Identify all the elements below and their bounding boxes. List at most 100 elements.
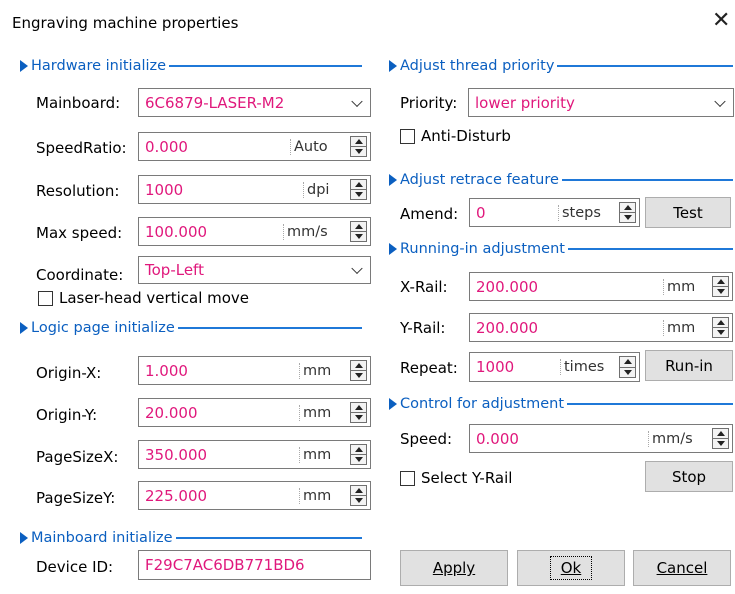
mainboard-label: Mainboard: [36,94,121,112]
yrail-spinner[interactable] [712,317,729,338]
mainboard-select[interactable]: 6C6879-LASER-M2 [138,88,371,117]
section-running-in-adjustment: Running-in adjustment [389,239,733,259]
yrail-label: Y-Rail: [400,319,446,337]
chevron-down-icon [351,95,363,107]
ok-button[interactable]: Ok [517,550,625,586]
maxspeed-spinner[interactable] [350,221,367,242]
spin-down-button[interactable] [351,370,366,380]
spin-up-button[interactable] [620,357,635,367]
arrow-up-icon [623,205,632,210]
originy-input[interactable]: 20.000 mm [138,398,371,427]
repeat-unit: times [560,359,604,375]
chevron-down-icon [714,95,726,107]
pagesizex-input[interactable]: 350.000 mm [138,440,371,469]
pagesizey-spinner[interactable] [350,485,367,506]
section-arrow-icon [389,243,397,255]
section-divider [557,65,733,67]
spin-down-button[interactable] [351,412,366,422]
arrow-up-icon [623,359,632,365]
cancel-button[interactable]: Cancel [633,550,731,586]
pagesizey-label: PageSizeY: [36,489,116,507]
anti-disturb-label: Anti-Disturb [421,127,511,145]
section-arrow-icon [20,532,28,544]
resolution-input[interactable]: 1000 dpi [138,175,371,204]
spin-up-button[interactable] [351,222,366,231]
section-control-for-adjustment: Control for adjustment [389,394,733,414]
test-button[interactable]: Test [645,197,731,228]
speed-input[interactable]: 0.000 mm/s [469,424,733,453]
checkbox-box[interactable] [38,290,53,306]
spin-up-button[interactable] [351,361,366,370]
pagesizey-input[interactable]: 225.000 mm [138,481,371,510]
spin-up-button[interactable] [351,180,366,189]
cancel-button-label: Cancel [656,559,708,577]
spin-down-button[interactable] [351,454,366,464]
arrow-up-icon [354,363,363,368]
xrail-input[interactable]: 200.000 mm [469,272,733,301]
spin-down-button[interactable] [713,327,728,337]
anti-disturb-checkbox[interactable]: Anti-Disturb [400,127,511,145]
checkbox-box[interactable] [400,470,415,486]
checkbox-box[interactable] [400,128,415,144]
section-adjust-thread-priority: Adjust thread priority [389,56,733,76]
maxspeed-label: Max speed: [36,224,123,242]
amend-unit: steps [558,204,601,221]
deviceid-input[interactable]: F29C7AC6DB771BD6 [138,550,371,580]
resolution-spinner[interactable] [350,179,367,200]
coordinate-select[interactable]: Top-Left [138,256,371,284]
originy-spinner[interactable] [350,402,367,423]
spin-down-button[interactable] [713,286,728,296]
spin-down-button[interactable] [351,146,366,156]
pagesizex-spinner[interactable] [350,444,367,465]
xrail-spinner[interactable] [712,276,729,297]
apply-button[interactable]: Apply [400,550,508,586]
amend-input[interactable]: 0 steps [469,198,640,227]
repeat-input[interactable]: 1000 times [469,352,640,382]
section-divider [177,327,362,329]
amend-spinner[interactable] [619,202,636,223]
spin-up-button[interactable] [713,318,728,327]
spin-down-button[interactable] [713,438,728,448]
ok-focus-ring: Ok [549,556,593,580]
priority-select[interactable]: lower priority [468,88,734,117]
spin-up-button[interactable] [351,137,366,146]
spin-up-button[interactable] [713,277,728,286]
spin-up-button[interactable] [713,429,728,438]
resolution-label: Resolution: [36,182,120,200]
originy-value: 20.000 [145,403,198,422]
arrow-down-icon [623,215,632,220]
spin-up-button[interactable] [351,486,366,495]
spin-up-button[interactable] [351,445,366,454]
laserhead-vertical-checkbox[interactable]: Laser-head vertical move [38,289,249,307]
stop-button[interactable]: Stop [645,461,733,492]
select-yrail-checkbox[interactable]: Select Y-Rail [400,469,512,487]
originy-unit: mm [299,404,331,421]
close-icon[interactable]: ✕ [712,8,730,33]
arrow-down-icon [716,330,725,335]
repeat-label: Repeat: [400,359,458,377]
yrail-value: 200.000 [476,318,539,337]
spin-down-button[interactable] [351,189,366,199]
spin-down-button[interactable] [620,366,635,378]
speedratio-input[interactable]: 0.000 Auto [138,132,371,161]
speed-spinner[interactable] [712,428,729,449]
yrail-input[interactable]: 200.000 mm [469,313,733,342]
speed-value: 0.000 [476,429,519,448]
priority-label: Priority: [400,94,458,112]
speedratio-label: SpeedRatio: [36,139,127,157]
spin-down-button[interactable] [620,212,635,222]
maxspeed-input[interactable]: 100.000 mm/s [138,217,371,246]
originx-input[interactable]: 1.000 mm [138,356,371,385]
spin-up-button[interactable] [351,403,366,412]
originx-spinner[interactable] [350,360,367,381]
spin-down-button[interactable] [351,231,366,241]
spin-up-button[interactable] [620,203,635,212]
section-title: Hardware initialize [31,58,167,74]
speedratio-spinner[interactable] [350,136,367,157]
repeat-spinner[interactable] [619,356,636,378]
spin-down-button[interactable] [351,495,366,505]
run-in-button[interactable]: Run-in [645,350,733,381]
speed-label: Speed: [400,430,453,448]
arrow-down-icon [354,234,363,239]
section-title: Adjust thread priority [400,58,555,74]
